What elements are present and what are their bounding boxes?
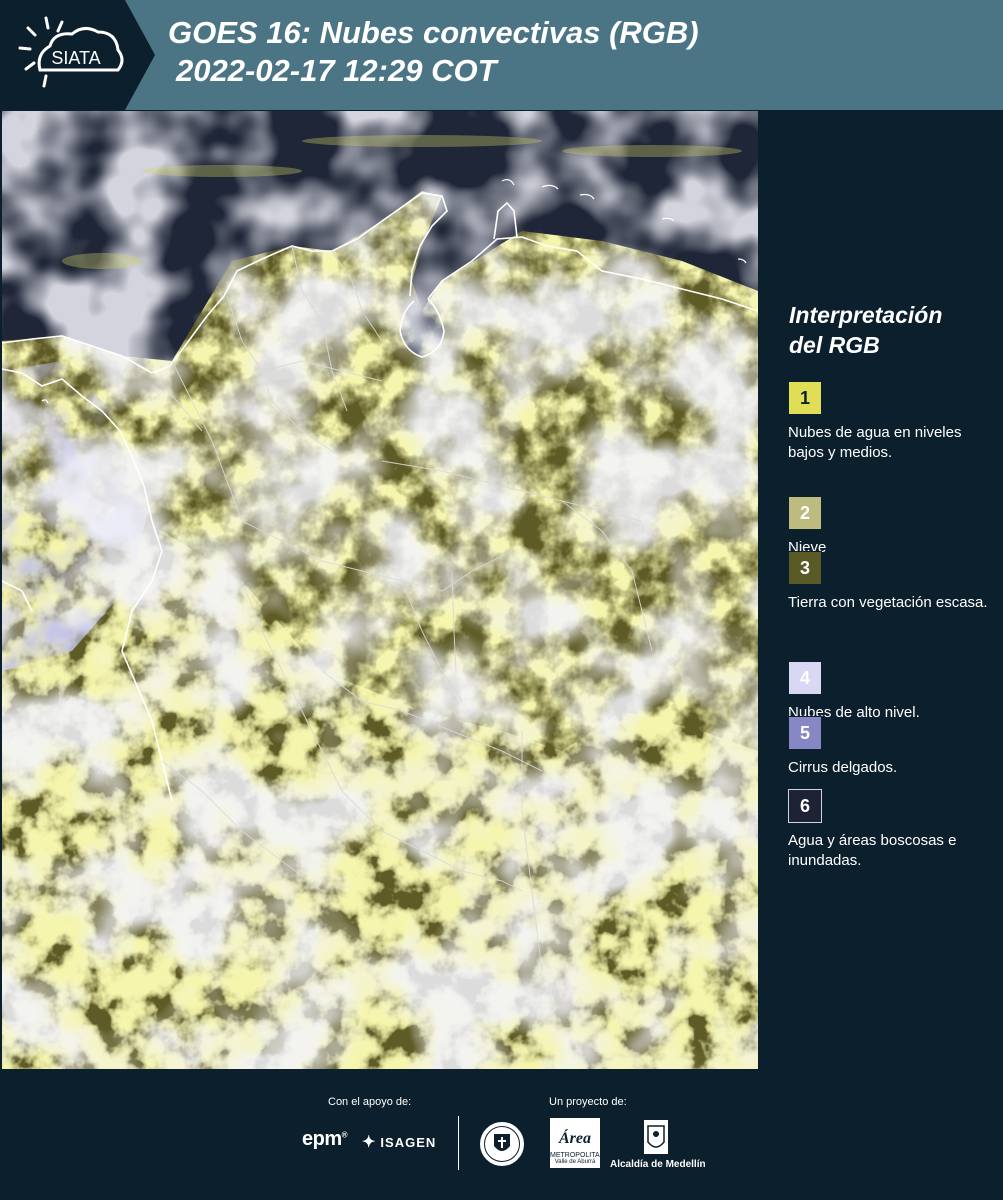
satellite-map[interactable] — [2, 111, 758, 1069]
legend-item: 2 Nieve — [788, 496, 998, 558]
siata-logo-icon: SIATA — [18, 16, 124, 88]
isagen-text: ISAGEN — [380, 1134, 437, 1150]
legend-swatch: 1 — [788, 381, 822, 415]
legend-item: 4 Nubes de alto nivel. — [788, 661, 998, 723]
legend-swatch: 2 — [788, 496, 822, 530]
satellite-image — [2, 111, 758, 1069]
footer-divider — [458, 1116, 459, 1170]
isagen-star-icon: ✦ — [362, 1134, 377, 1151]
legend-title-line-1: Interpretación — [789, 302, 943, 328]
logo-text: SIATA — [51, 48, 100, 68]
legend-item: 1 Nubes de agua en niveles bajos y medios… — [788, 381, 998, 463]
legend-swatch: 6 — [788, 789, 822, 823]
area-line-1: METROPOLITANA — [550, 1152, 610, 1159]
legend-item: 5 Cirrus delgados. — [788, 716, 998, 778]
legend-label: Nubes de agua en niveles bajos y medios. — [788, 424, 962, 461]
area-script-text: Área — [559, 1130, 591, 1147]
title-timestamp: 2022-02-17 12:29 COT — [176, 53, 497, 88]
legend-label: Cirrus delgados. — [788, 759, 898, 776]
support-label: Con el apoyo de: — [328, 1096, 412, 1108]
area-line-2: Valle de Aburrá — [554, 1159, 596, 1165]
page-title: GOES 16: Nubes convectivas (RGB) 2022-02… — [168, 14, 699, 90]
legend-title-line-2: del RGB — [789, 332, 880, 358]
area-metropolitana-logo: Área METROPOLITANA Valle de Aburrá — [550, 1118, 610, 1168]
alcaldia-text: Alcaldía de Medellín — [610, 1159, 706, 1170]
legend-swatch: 3 — [788, 551, 822, 585]
legend-title: Interpretación del RGB — [789, 300, 942, 360]
isagen-logo: ✦ ISAGEN — [362, 1132, 436, 1152]
legend-panel: Interpretación del RGB 1 Nubes de agua en… — [760, 111, 1003, 1069]
project-label: Un proyecto de: — [549, 1096, 627, 1108]
alcaldia-crest-icon — [642, 1118, 670, 1156]
header-bar: SIATA GOES 16: Nubes convectivas (RGB) 2… — [0, 0, 1003, 110]
legend-item: 6 Agua y áreas boscosas e inundadas. — [788, 789, 998, 871]
legend-label: Tierra con vegetación escasa. — [788, 594, 988, 611]
title-line-1: GOES 16: Nubes convectivas (RGB) — [168, 15, 699, 50]
legend-item: 3 Tierra con vegetación escasa. — [788, 551, 998, 613]
footer: Con el apoyo de: Un proyecto de: epm® ✦ … — [0, 1070, 1003, 1200]
epm-logo: epm® — [302, 1128, 348, 1150]
legend-swatch: 4 — [788, 661, 822, 695]
page: SIATA GOES 16: Nubes convectivas (RGB) 2… — [0, 0, 1003, 1200]
medellin-seal-icon — [478, 1120, 526, 1168]
legend-swatch: 5 — [788, 716, 822, 750]
legend-label: Agua y áreas boscosas e inundadas. — [788, 832, 957, 869]
